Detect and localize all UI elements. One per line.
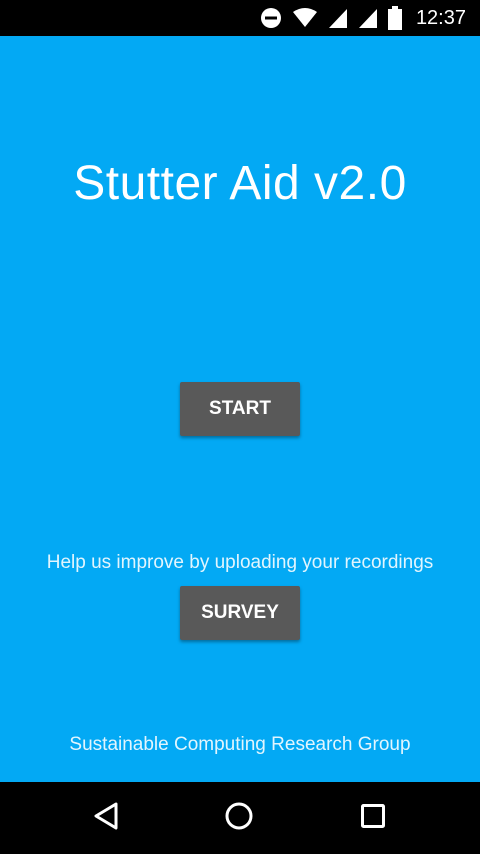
start-button[interactable]: START — [180, 382, 300, 436]
recents-button[interactable] — [353, 798, 393, 838]
battery-icon — [387, 6, 402, 30]
home-icon — [224, 801, 254, 836]
navigation-bar — [0, 782, 480, 854]
back-button[interactable] — [86, 798, 126, 838]
wifi-icon — [292, 7, 318, 29]
signal-icon — [358, 7, 378, 29]
recents-icon — [360, 803, 386, 834]
signal-icon — [328, 7, 348, 29]
back-icon — [92, 801, 120, 836]
help-text: Help us improve by uploading your record… — [46, 552, 434, 573]
status-bar: 12:37 — [0, 0, 480, 36]
footer-text: Sustainable Computing Research Group — [69, 734, 411, 755]
survey-button[interactable]: SURVEY — [180, 586, 300, 640]
home-button[interactable] — [219, 798, 259, 838]
status-icons: 12:37 — [260, 0, 466, 36]
app-title: Stutter Aid v2.0 — [73, 157, 407, 210]
app-screen: 12:37 Stutter Aid v2.0 START Help us imp… — [0, 0, 480, 854]
do-not-disturb-icon — [260, 7, 282, 29]
status-time: 12:37 — [415, 6, 466, 29]
